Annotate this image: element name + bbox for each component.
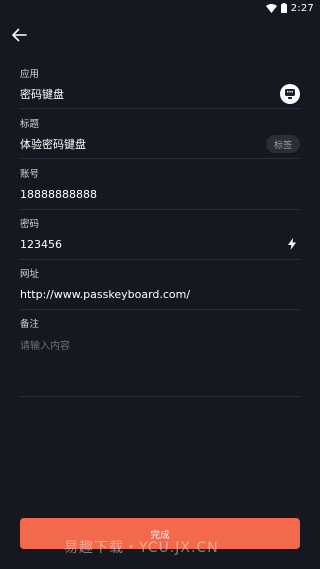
app-row[interactable]: 密码键盘	[20, 83, 300, 105]
url-field: 网址 http://www.passkeyboard.com/	[20, 266, 300, 310]
status-time: 2:27	[290, 2, 314, 14]
account-row: 18888888888	[20, 183, 300, 205]
divider	[20, 396, 300, 397]
account-field: 账号 18888888888	[20, 166, 300, 210]
app-field: 应用 密码键盘	[20, 66, 300, 109]
divider	[20, 259, 300, 260]
title-row: 体验密码键盘 标签	[20, 133, 300, 155]
title-field: 标题 体验密码键盘 标签	[20, 116, 300, 159]
app-icon[interactable]	[280, 84, 300, 104]
generate-password-button[interactable]	[284, 235, 300, 253]
note-row: 请输入内容	[20, 333, 300, 355]
app-label: 应用	[20, 69, 40, 80]
password-field: 密码 123456	[20, 216, 300, 260]
divider	[20, 209, 300, 210]
back-arrow-icon	[11, 27, 27, 46]
account-label: 账号	[20, 169, 40, 180]
tag-button[interactable]: 标签	[265, 135, 300, 153]
battery-icon	[280, 3, 287, 13]
done-button[interactable]: 完成	[20, 518, 300, 549]
app-value: 密码键盘	[20, 88, 64, 101]
wifi-icon	[265, 3, 277, 13]
note-field: 备注 请输入内容	[20, 316, 300, 397]
status-bar: 2:27	[0, 0, 320, 16]
url-row: http://www.passkeyboard.com/	[20, 283, 300, 305]
divider	[20, 158, 300, 159]
title-input[interactable]: 体验密码键盘	[20, 136, 86, 152]
account-input[interactable]: 18888888888	[20, 188, 97, 201]
divider	[20, 309, 300, 310]
password-input[interactable]: 123456	[20, 238, 62, 251]
note-input[interactable]: 请输入内容	[20, 337, 70, 352]
password-row: 123456	[20, 233, 300, 255]
edit-password-screen: 2:27 应用 密码键盘 标题 体验密码键盘 标签 账号 18888888888…	[0, 0, 320, 569]
divider	[20, 108, 300, 109]
password-label: 密码	[20, 219, 40, 230]
url-label: 网址	[20, 269, 40, 280]
back-button[interactable]	[8, 26, 30, 46]
note-label: 备注	[20, 319, 40, 330]
title-label: 标题	[20, 119, 40, 130]
lightning-icon	[288, 235, 296, 254]
url-input[interactable]: http://www.passkeyboard.com/	[20, 288, 190, 301]
